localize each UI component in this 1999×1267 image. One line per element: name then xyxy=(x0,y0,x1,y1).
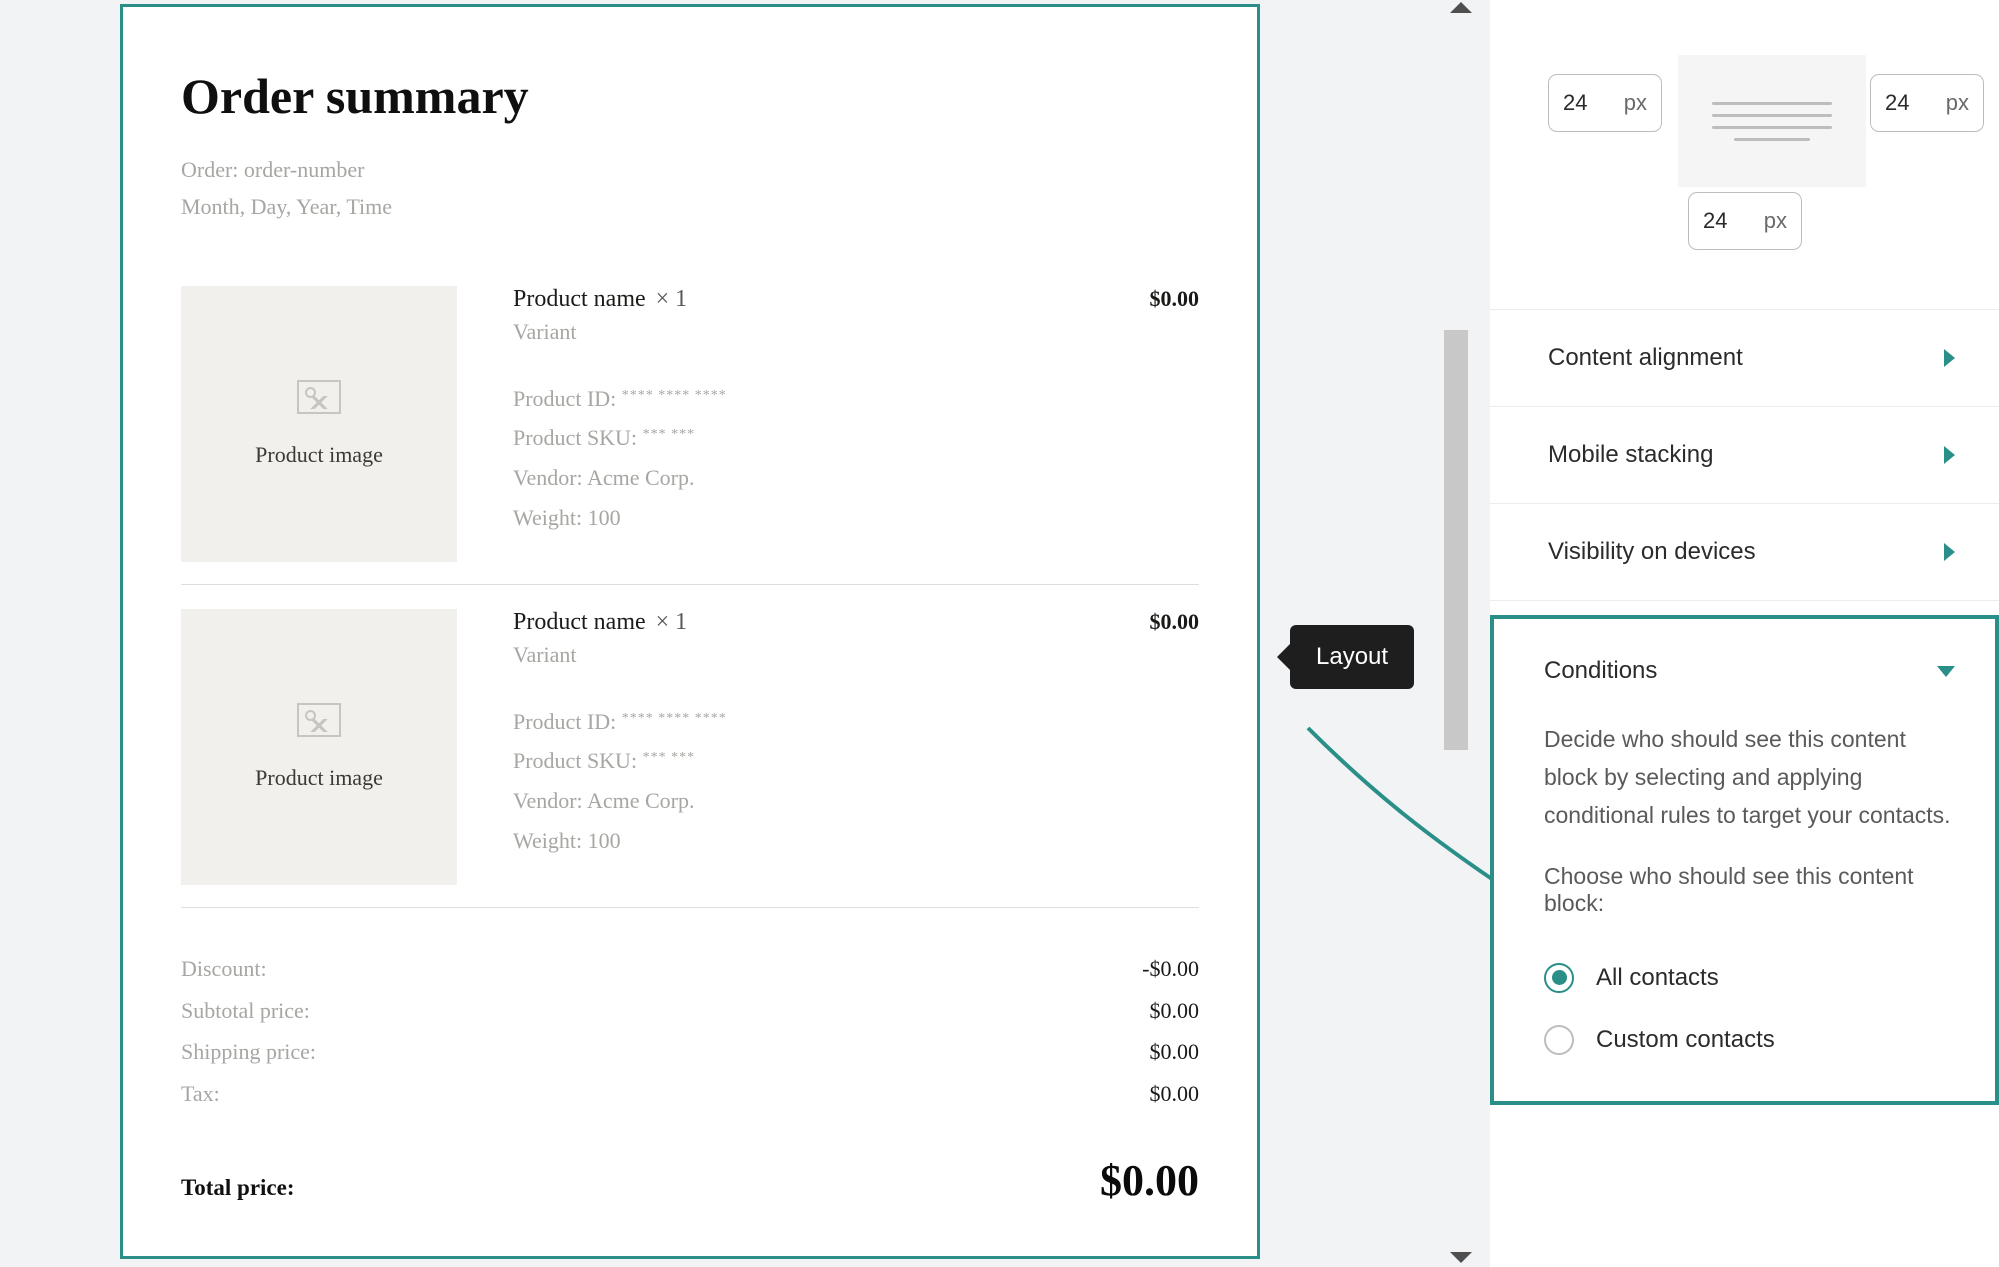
product-id-line: Product ID: **** **** **** xyxy=(513,379,1130,419)
spacing-controls: 24 px 24 px 24 px xyxy=(1490,0,1999,310)
visibility-on-devices-label: Visibility on devices xyxy=(1548,538,1756,566)
product-variant: Variant xyxy=(513,642,1130,668)
editor-canvas: Order summary Order: order-number Month,… xyxy=(0,0,1470,1267)
conditions-title: Conditions xyxy=(1544,657,1657,685)
product-id-line: Product ID: **** **** **** xyxy=(513,702,1130,742)
spacing-left-input[interactable]: 24 px xyxy=(1548,74,1662,132)
conditions-option-custom[interactable]: Custom contacts xyxy=(1544,1009,1955,1071)
product-sku-line: Product SKU: *** *** xyxy=(513,741,1130,781)
visibility-on-devices-row[interactable]: Visibility on devices xyxy=(1490,504,1999,601)
spacing-bottom-value: 24 xyxy=(1703,208,1727,234)
spacing-unit: px xyxy=(1946,90,1969,116)
product-name: Product name xyxy=(513,609,646,636)
radio-checked-icon xyxy=(1544,963,1574,993)
order-totals: Discount: $0.00 Subtotal price: $0.00 Sh… xyxy=(181,907,1199,1206)
product-sku-line: Product SKU: *** *** xyxy=(513,418,1130,458)
product-variant: Variant xyxy=(513,319,1130,345)
totals-grand-row: Total price: $0.00 xyxy=(181,1155,1199,1206)
totals-shipping-row: Shipping price: $0.00 xyxy=(181,1031,1199,1073)
conditions-option-all[interactable]: All contacts xyxy=(1544,947,1955,1009)
content-alignment-label: Content alignment xyxy=(1548,344,1743,372)
mobile-stacking-label: Mobile stacking xyxy=(1548,441,1713,469)
properties-sidebar: 24 px 24 px 24 px Content alignment Mobi… xyxy=(1490,0,1999,1267)
spacing-bottom-input[interactable]: 24 px xyxy=(1688,192,1802,250)
product-price: $0.00 xyxy=(1150,286,1200,562)
product-image-placeholder: Product image xyxy=(181,286,457,562)
mobile-stacking-row[interactable]: Mobile stacking xyxy=(1490,407,1999,504)
product-image-placeholder: Product image xyxy=(181,609,457,885)
conditions-panel: Conditions Decide who should see this co… xyxy=(1490,615,1999,1105)
totals-shipping-label: Shipping price: xyxy=(181,1031,316,1073)
product-qty: × 1 xyxy=(656,286,688,313)
product-info: Product name × 1 Variant Product ID: **** *… xyxy=(513,609,1130,885)
chevron-right-icon xyxy=(1944,446,1955,464)
totals-discount-value: $0.00 xyxy=(1142,948,1199,990)
chevron-right-icon xyxy=(1944,543,1955,561)
order-summary-title: Order summary xyxy=(181,67,1199,125)
totals-subtotal-value: $0.00 xyxy=(1150,990,1200,1032)
order-date-line: Month, Day, Year, Time xyxy=(181,188,1199,225)
totals-grand-value: $0.00 xyxy=(1100,1155,1199,1206)
content-preview-icon xyxy=(1678,55,1866,187)
product-price: $0.00 xyxy=(1150,609,1200,885)
conditions-header[interactable]: Conditions xyxy=(1544,641,1955,721)
product-row: Product imageProduct name× 1VariantProdu… xyxy=(181,262,1199,584)
scroll-up-icon[interactable] xyxy=(1450,2,1472,13)
spacing-unit: px xyxy=(1624,90,1647,116)
totals-tax-row: Tax: $0.00 xyxy=(181,1073,1199,1115)
spacing-left-value: 24 xyxy=(1563,90,1587,116)
product-weight-line: Weight: 100 xyxy=(513,498,1130,538)
image-placeholder-icon xyxy=(297,703,341,737)
totals-shipping-value: $0.00 xyxy=(1150,1031,1200,1073)
chevron-down-icon xyxy=(1937,666,1955,677)
totals-grand-label: Total price: xyxy=(181,1175,295,1201)
scrollbar-thumb[interactable] xyxy=(1444,330,1468,750)
product-image-caption: Product image xyxy=(255,765,383,791)
order-number-line: Order: order-number xyxy=(181,151,1199,188)
spacing-right-value: 24 xyxy=(1885,90,1909,116)
product-qty: × 1 xyxy=(656,609,688,636)
product-weight-line: Weight: 100 xyxy=(513,821,1130,861)
product-row: Product imageProduct name× 1VariantProdu… xyxy=(181,584,1199,907)
totals-tax-value: $0.00 xyxy=(1150,1073,1200,1115)
product-info: Product name × 1 Variant Product ID: **** *… xyxy=(513,286,1130,562)
radio-unchecked-icon xyxy=(1544,1025,1574,1055)
conditions-subhead: Choose who should see this content block… xyxy=(1544,863,1955,917)
product-vendor-line: Vendor: Acme Corp. xyxy=(513,781,1130,821)
conditions-option-all-label: All contacts xyxy=(1596,964,1719,992)
spacing-right-input[interactable]: 24 px xyxy=(1870,74,1984,132)
layout-tooltip: Layout xyxy=(1290,625,1414,689)
chevron-right-icon xyxy=(1944,349,1955,367)
conditions-option-custom-label: Custom contacts xyxy=(1596,1026,1775,1054)
product-name: Product name xyxy=(513,286,646,313)
totals-subtotal-row: Subtotal price: $0.00 xyxy=(181,990,1199,1032)
content-alignment-row[interactable]: Content alignment xyxy=(1490,310,1999,407)
totals-subtotal-label: Subtotal price: xyxy=(181,990,310,1032)
order-summary-block[interactable]: Order summary Order: order-number Month,… xyxy=(120,4,1260,1259)
totals-discount-label: Discount: xyxy=(181,948,267,990)
totals-discount-row: Discount: $0.00 xyxy=(181,948,1199,990)
product-vendor-line: Vendor: Acme Corp. xyxy=(513,458,1130,498)
scroll-down-icon[interactable] xyxy=(1450,1252,1472,1263)
product-image-caption: Product image xyxy=(255,442,383,468)
image-placeholder-icon xyxy=(297,380,341,414)
order-meta: Order: order-number Month, Day, Year, Ti… xyxy=(181,151,1199,226)
totals-tax-label: Tax: xyxy=(181,1073,220,1115)
spacing-unit: px xyxy=(1764,208,1787,234)
conditions-description: Decide who should see this content block… xyxy=(1544,721,1955,835)
